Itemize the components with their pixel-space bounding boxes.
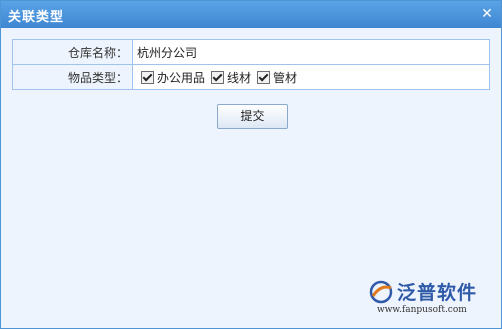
checkbox-wire-label: 线材: [227, 70, 252, 85]
checkbox-pipe-label: 管材: [273, 70, 298, 85]
checkbox-wire[interactable]: [211, 70, 225, 84]
dialog-title: 关联类型: [8, 10, 65, 25]
watermark-name: 泛普软件: [397, 282, 478, 304]
close-icon[interactable]: ✕: [479, 6, 495, 22]
checkbox-pipe[interactable]: [257, 70, 271, 84]
brand-logo-icon: [369, 280, 393, 304]
warehouse-value: 杭州分公司: [132, 39, 490, 65]
watermark-url: www.fanpusoft.com: [377, 305, 467, 315]
checkbox-office-supplies-label: 办公用品: [157, 70, 206, 85]
form-table: 仓库名称： 杭州分公司 物品类型： 办公用品 线材 管材: [12, 39, 490, 90]
watermark-logo: 泛普软件 www.fanpusoft.com: [369, 278, 491, 318]
warehouse-label: 仓库名称：: [12, 39, 133, 65]
category-label: 物品类型：: [12, 64, 133, 90]
category-options: 办公用品 线材 管材: [132, 64, 490, 90]
warehouse-row: 仓库名称： 杭州分公司: [12, 39, 490, 65]
title-bar[interactable]: 关联类型 ✕: [1, 1, 501, 28]
checkbox-office-supplies[interactable]: [141, 70, 154, 84]
submit-button[interactable]: 提交: [217, 104, 288, 129]
dialog-window: 关联类型 ✕ 仓库名称： 杭州分公司 物品类型： 办公用品 线材 管材 提交 泛普软…: [0, 0, 502, 329]
category-row: 物品类型： 办公用品 线材 管材: [12, 64, 490, 90]
